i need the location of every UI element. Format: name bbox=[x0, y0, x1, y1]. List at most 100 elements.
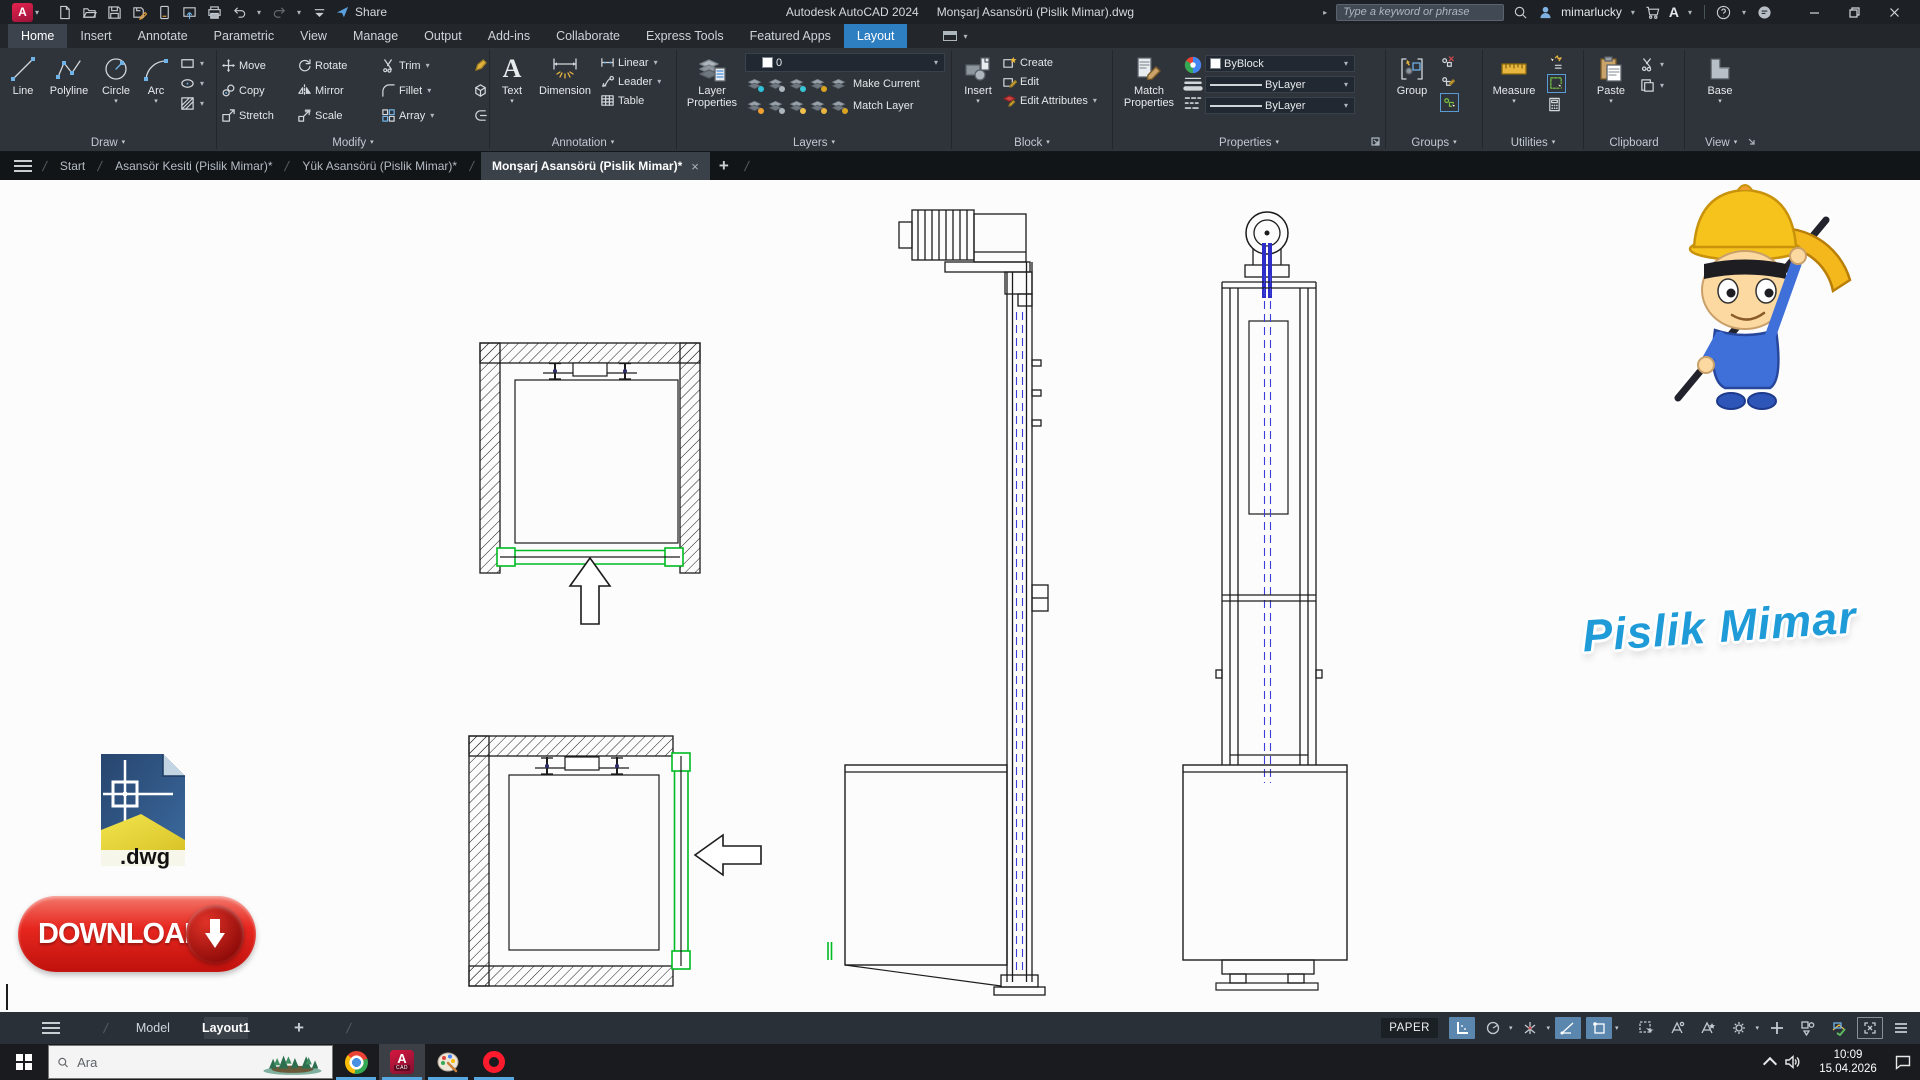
taskbar-autocad-icon[interactable]: ACAD bbox=[379, 1044, 425, 1080]
restore-button[interactable] bbox=[1834, 0, 1874, 24]
measure-button[interactable]: Measure ▾ bbox=[1487, 51, 1541, 133]
model-tab[interactable]: Model bbox=[136, 1021, 170, 1035]
show-hidden-icons-chevron[interactable] bbox=[1763, 1057, 1777, 1071]
fillet-button[interactable]: Fillet▾ bbox=[381, 83, 473, 98]
properties-dialog-launcher-icon[interactable] bbox=[1371, 137, 1380, 149]
graphics-performance-toggle[interactable] bbox=[1826, 1017, 1852, 1039]
windows-start-button[interactable] bbox=[0, 1044, 48, 1080]
crosshair-toggle[interactable] bbox=[1764, 1017, 1790, 1039]
edit-block-button[interactable]: Edit bbox=[1002, 74, 1099, 89]
linetype-dropdown[interactable]: ByLayer▾ bbox=[1205, 97, 1355, 114]
object-color-icon[interactable] bbox=[1183, 55, 1203, 71]
open-file-icon[interactable] bbox=[80, 3, 98, 21]
new-doc-tab-icon[interactable]: + bbox=[719, 156, 729, 176]
tab-parametric[interactable]: Parametric bbox=[201, 24, 287, 48]
insert-block-button[interactable]: Insert ▾ bbox=[956, 51, 1000, 133]
taskbar-chrome-icon[interactable] bbox=[333, 1044, 379, 1080]
annotation-panel-label[interactable]: Annotation▾ bbox=[490, 133, 676, 152]
array-button[interactable]: Array▾ bbox=[381, 108, 473, 123]
autodesk-caret-icon[interactable]: ▾ bbox=[1688, 8, 1692, 17]
polar-caret-icon[interactable]: ▾ bbox=[1509, 1024, 1513, 1032]
layer-lock-button[interactable] bbox=[808, 75, 827, 92]
rotate-button[interactable]: Rotate bbox=[297, 58, 381, 73]
search-scope-caret-icon[interactable]: ▸ bbox=[1323, 8, 1327, 17]
match-layer-button[interactable]: Match Layer bbox=[853, 100, 914, 112]
object-snap-caret-icon[interactable]: ▾ bbox=[1615, 1024, 1619, 1032]
customization-menu-icon[interactable] bbox=[1888, 1017, 1914, 1039]
tab-manage[interactable]: Manage bbox=[340, 24, 411, 48]
draw-panel-label[interactable]: Draw▾ bbox=[0, 133, 216, 152]
properties-panel-label[interactable]: Properties▾ bbox=[1113, 133, 1385, 152]
help-search-input[interactable] bbox=[1336, 4, 1504, 21]
layer-selector-dropdown[interactable]: 0 ▾ bbox=[745, 53, 945, 72]
undo-caret-icon[interactable]: ▾ bbox=[257, 8, 261, 17]
help-icon[interactable] bbox=[1715, 3, 1733, 21]
tab-layout[interactable]: Layout bbox=[844, 24, 908, 48]
stretch-button[interactable]: Stretch bbox=[221, 108, 297, 123]
base-split-caret-icon[interactable]: ▾ bbox=[1718, 98, 1722, 105]
print-icon[interactable] bbox=[205, 3, 223, 21]
ellipse-tool-button[interactable]: ▾ bbox=[180, 76, 206, 91]
layout1-tab[interactable]: Layout1 bbox=[204, 1017, 248, 1039]
polyline-button[interactable]: Polyline bbox=[44, 51, 94, 133]
trim-button[interactable]: Trim▾ bbox=[381, 58, 473, 73]
layer-thaw-button[interactable] bbox=[787, 97, 806, 114]
color-dropdown[interactable]: ByBlock▾ bbox=[1205, 55, 1355, 72]
text-split-caret-icon[interactable]: ▾ bbox=[510, 98, 514, 105]
layer-isolate-button[interactable] bbox=[766, 75, 785, 92]
autodesk-logo-icon[interactable]: A bbox=[1669, 4, 1679, 20]
linear-dimension-button[interactable]: Linear▾ bbox=[600, 55, 663, 70]
measure-split-caret-icon[interactable]: ▾ bbox=[1512, 98, 1516, 105]
tab-add-ins[interactable]: Add-ins bbox=[475, 24, 543, 48]
close-button[interactable] bbox=[1874, 0, 1914, 24]
layer-unisolate-button[interactable] bbox=[766, 97, 785, 114]
base-button[interactable]: Base ▾ bbox=[1697, 51, 1743, 133]
layer-color-swatch[interactable] bbox=[762, 57, 773, 68]
tab-output[interactable]: Output bbox=[411, 24, 475, 48]
dimension-button[interactable]: Dimension bbox=[532, 51, 598, 133]
polar-tracking-toggle[interactable] bbox=[1480, 1017, 1506, 1039]
user-avatar-icon[interactable] bbox=[1536, 3, 1554, 21]
layer-unlock-button[interactable] bbox=[808, 97, 827, 114]
undo-icon[interactable] bbox=[230, 3, 248, 21]
clipboard-panel-label[interactable]: Clipboard bbox=[1584, 133, 1684, 152]
groups-panel-label[interactable]: Groups▾ bbox=[1386, 133, 1482, 152]
redo-caret-icon[interactable]: ▾ bbox=[297, 8, 301, 17]
help-caret-icon[interactable]: ▾ bbox=[1742, 8, 1746, 17]
layer-on-button[interactable] bbox=[745, 97, 764, 114]
match-layer-icon[interactable] bbox=[829, 97, 848, 114]
tab-view[interactable]: View bbox=[287, 24, 340, 48]
layer-dropdown-caret-icon[interactable]: ▾ bbox=[934, 58, 938, 67]
circle-button[interactable]: Circle ▾ bbox=[96, 51, 136, 133]
ribbon-display-toggle[interactable]: ▾ bbox=[935, 24, 977, 48]
modify-panel-label[interactable]: Modify▾ bbox=[217, 133, 489, 152]
view-panel-label[interactable]: View▾ bbox=[1685, 133, 1920, 152]
text-button[interactable]: A Text ▾ bbox=[494, 51, 530, 133]
paste-split-caret-icon[interactable]: ▾ bbox=[1609, 98, 1613, 105]
isolate-objects-button[interactable] bbox=[1795, 1017, 1821, 1039]
cut-button[interactable]: ▾ bbox=[1640, 57, 1666, 72]
cart-icon[interactable] bbox=[1644, 3, 1662, 21]
redo-icon[interactable] bbox=[270, 3, 288, 21]
calculator-button[interactable] bbox=[1547, 97, 1566, 112]
object-snap-tracking-toggle[interactable] bbox=[1555, 1017, 1581, 1039]
taskbar-paint-app-icon[interactable] bbox=[425, 1044, 471, 1080]
annotation-visibility-toggle[interactable] bbox=[1664, 1017, 1690, 1039]
hatch-tool-button[interactable]: ▾ bbox=[180, 96, 206, 111]
paste-button[interactable]: Paste ▾ bbox=[1588, 51, 1634, 133]
insert-split-caret-icon[interactable]: ▾ bbox=[976, 98, 980, 105]
create-block-button[interactable]: Create bbox=[1002, 55, 1099, 70]
tab-annotate[interactable]: Annotate bbox=[125, 24, 201, 48]
match-properties-button[interactable]: Match Properties bbox=[1117, 51, 1181, 133]
taskbar-search-input[interactable] bbox=[77, 1055, 253, 1070]
settings-caret-icon[interactable]: ▾ bbox=[1755, 1024, 1759, 1032]
ungroup-button[interactable] bbox=[1440, 55, 1459, 70]
leader-button[interactable]: Leader▾ bbox=[600, 74, 663, 89]
tab-express-tools[interactable]: Express Tools bbox=[633, 24, 737, 48]
isometric-caret-icon[interactable]: ▾ bbox=[1546, 1024, 1550, 1032]
arc-split-caret-icon[interactable]: ▾ bbox=[154, 98, 158, 105]
doc-tab-monsarj-asansoru[interactable]: Monşarj Asansörü (Pislik Mimar)* × bbox=[481, 152, 710, 180]
plot-icon[interactable] bbox=[155, 3, 173, 21]
customize-qat-icon[interactable] bbox=[310, 3, 328, 21]
file-tabs-menu-icon[interactable] bbox=[14, 160, 32, 172]
